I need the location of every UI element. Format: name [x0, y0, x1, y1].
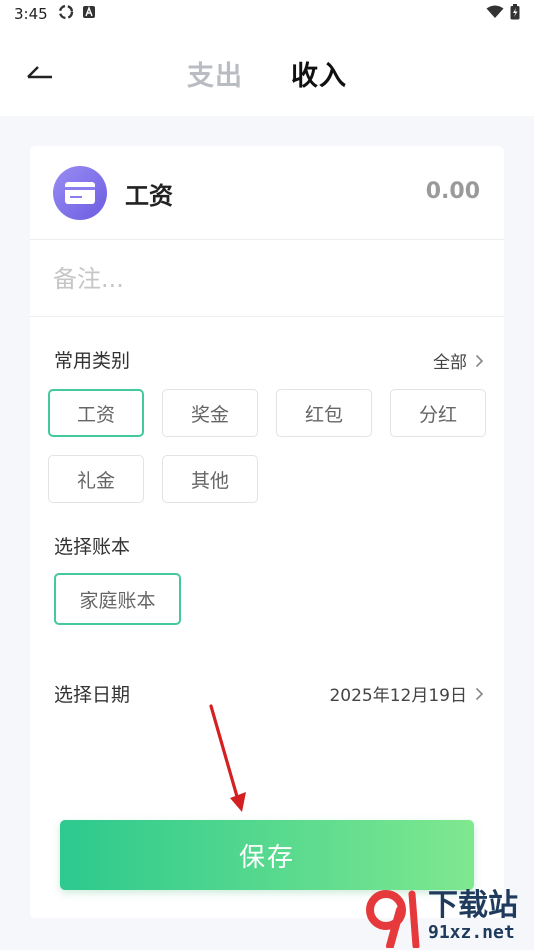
- status-right: [486, 4, 520, 24]
- card-icon: [65, 182, 95, 204]
- category-chip-red-packet[interactable]: 红包: [276, 389, 372, 437]
- watermark-url: 91xz.net: [428, 922, 515, 943]
- category-chip-salary[interactable]: 工资: [48, 389, 144, 437]
- red-arrow-annotation: [209, 704, 246, 812]
- wifi-icon: [486, 5, 504, 23]
- tab-income[interactable]: 收入: [291, 54, 347, 93]
- amount-row: 工资 0.00: [30, 146, 504, 240]
- note-row: [30, 241, 504, 317]
- entry-card: 工资 0.00 常用类别 全部 工资 奖金 红包 分红 礼金 其他 选择账本 家…: [30, 146, 504, 918]
- top-bar: 3:45 支出 收入: [0, 0, 534, 116]
- category-chip-other[interactable]: 其他: [162, 455, 258, 503]
- date-picker[interactable]: 2025年12月19日: [329, 681, 484, 706]
- watermark-title: 下载站: [428, 888, 518, 923]
- amount-display[interactable]: 0.00: [426, 179, 480, 204]
- categories-title: 常用类别: [54, 350, 131, 372]
- tab-expense[interactable]: 支出: [187, 54, 243, 93]
- a-badge-icon: [82, 5, 96, 23]
- all-categories-link[interactable]: 全部: [433, 348, 484, 373]
- watermark-logo: [366, 890, 420, 948]
- account-book-title: 选择账本: [54, 536, 131, 558]
- status-bar: 3:45: [0, 0, 534, 28]
- date-value: 2025年12月19日: [329, 686, 467, 706]
- category-icon-badge: [53, 166, 107, 220]
- status-time: 3:45: [14, 5, 48, 23]
- save-button[interactable]: 保存: [60, 820, 474, 890]
- chevron-right-icon: [475, 687, 484, 700]
- selected-category-name: 工资: [125, 182, 173, 210]
- date-title: 选择日期: [54, 684, 131, 706]
- category-chip-dividend[interactable]: 分红: [390, 389, 486, 437]
- account-book-chip[interactable]: 家庭账本: [54, 573, 181, 625]
- note-input[interactable]: [53, 257, 473, 301]
- chevron-right-icon: [475, 354, 484, 367]
- watermark: 下载站 91xz.net: [360, 884, 534, 950]
- category-chip-bonus[interactable]: 奖金: [162, 389, 258, 437]
- type-tabs: 支出 收入: [0, 48, 534, 98]
- sync-icon: [58, 4, 74, 24]
- all-categories-label: 全部: [433, 353, 467, 373]
- category-chip-gift-money[interactable]: 礼金: [48, 455, 144, 503]
- battery-icon: [510, 4, 520, 24]
